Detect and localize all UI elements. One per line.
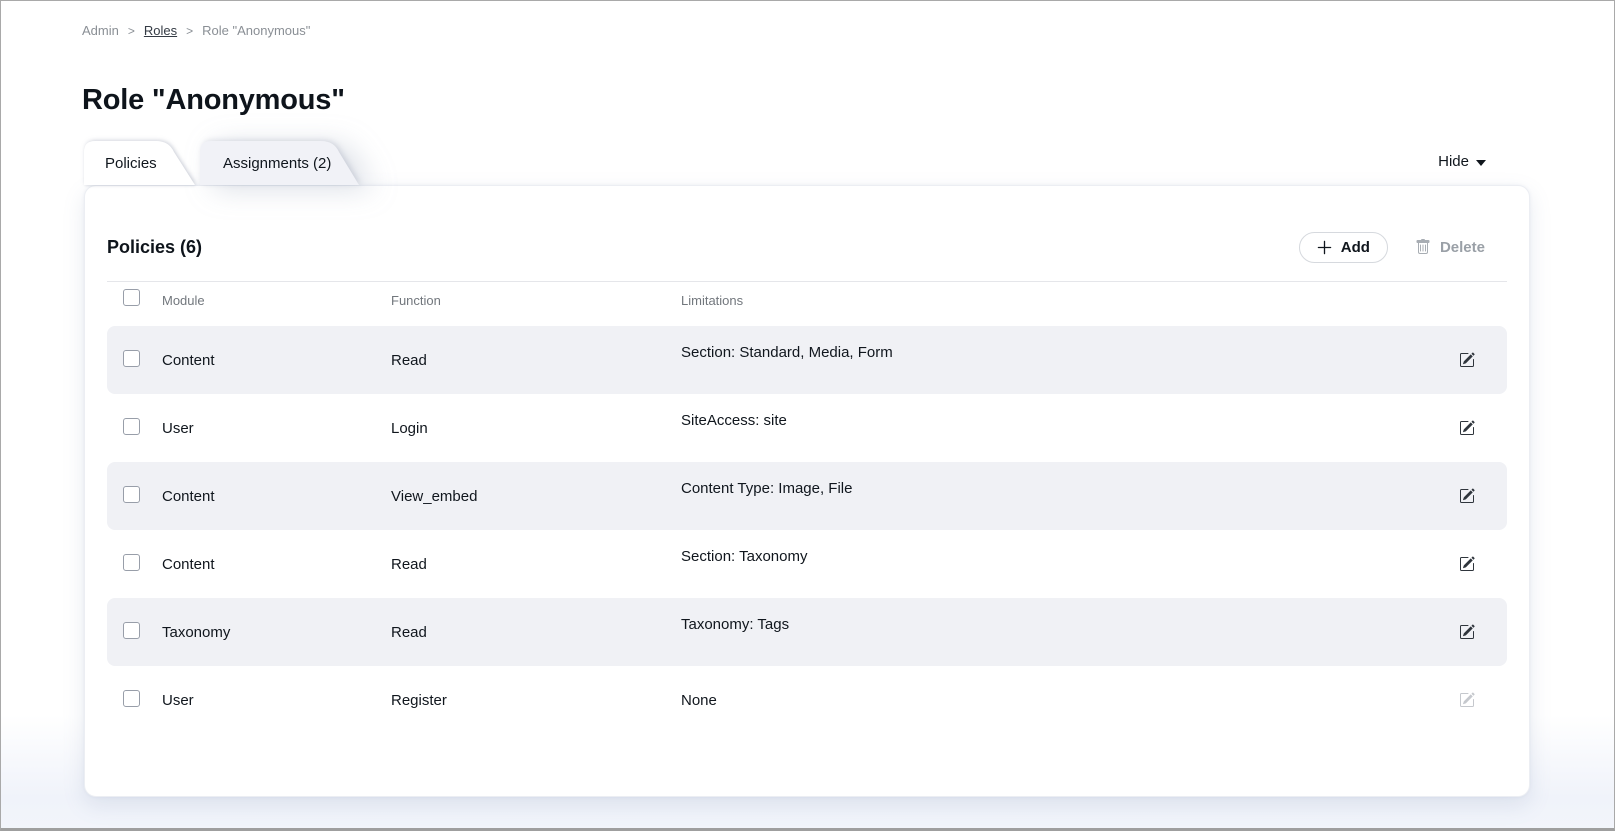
edit-icon (1459, 624, 1475, 640)
row-checkbox[interactable] (123, 350, 140, 367)
edit-policy-button[interactable] (1427, 488, 1507, 504)
add-button-label: Add (1341, 239, 1370, 256)
row-checkbox[interactable] (123, 690, 140, 707)
row-checkbox[interactable] (123, 622, 140, 639)
edit-policy-button[interactable] (1427, 352, 1507, 368)
select-all-checkbox[interactable] (123, 289, 140, 306)
cell-module: User (162, 692, 391, 709)
cell-module: Content (162, 352, 391, 369)
cell-function: Read (391, 556, 681, 573)
breadcrumb-item-roles[interactable]: Roles (144, 23, 177, 38)
table-row: Taxonomy Read Taxonomy: Tags (107, 598, 1507, 666)
table-row: User Login SiteAccess: site (107, 394, 1507, 462)
cell-module: Taxonomy (162, 624, 391, 641)
cell-module: Content (162, 488, 391, 505)
column-header-module: Module (162, 293, 391, 308)
edit-policy-button (1427, 692, 1507, 708)
panel-title: Policies (6) (107, 237, 202, 258)
cell-limitations: None (681, 692, 1427, 709)
table-header: Module Function Limitations (107, 282, 1507, 318)
panel-header: Policies (6) Add Delete (107, 232, 1507, 262)
delete-policy-button[interactable]: Delete (1415, 239, 1507, 256)
edit-icon (1459, 488, 1475, 504)
role-page: { "breadcrumb": { "separator": ">", "ite… (0, 0, 1615, 831)
edit-icon (1459, 692, 1475, 708)
tab-policies[interactable]: Policies (84, 141, 196, 185)
cell-function: Login (391, 420, 681, 437)
main-content: Policies Assignments (2) Hide Policies (… (84, 141, 1530, 797)
cell-limitations: Section: Taxonomy (681, 548, 1427, 565)
row-checkbox[interactable] (123, 418, 140, 435)
plus-icon (1317, 240, 1332, 255)
chevron-down-icon (1476, 160, 1486, 166)
cell-module: User (162, 420, 391, 437)
cell-limitations: Section: Standard, Media, Form (681, 344, 1427, 361)
hide-toggle[interactable]: Hide (1438, 153, 1486, 170)
cell-function: View_embed (391, 488, 681, 505)
policies-panel: Policies (6) Add Delete Module Function … (84, 185, 1530, 797)
trash-icon (1415, 239, 1431, 255)
row-checkbox[interactable] (123, 554, 140, 571)
table-row: Content View_embed Content Type: Image, … (107, 462, 1507, 530)
tab-assignments[interactable]: Assignments (2) (200, 141, 360, 185)
breadcrumb-separator: > (186, 24, 193, 38)
cell-module: Content (162, 556, 391, 573)
row-checkbox[interactable] (123, 486, 140, 503)
cell-function: Register (391, 692, 681, 709)
breadcrumb-separator: > (128, 24, 135, 38)
edit-icon (1459, 352, 1475, 368)
tab-policies-label: Policies (105, 155, 157, 172)
cell-limitations: Taxonomy: Tags (681, 616, 1427, 633)
breadcrumb-item-admin[interactable]: Admin (82, 23, 119, 38)
edit-icon (1459, 556, 1475, 572)
column-header-limitations: Limitations (681, 293, 1427, 308)
table-row: User Register None (107, 666, 1507, 734)
cell-limitations: SiteAccess: site (681, 412, 1427, 429)
cell-limitations: Content Type: Image, File (681, 480, 1427, 497)
breadcrumb: Admin > Roles > Role "Anonymous" (1, 1, 1614, 38)
table-body: Content Read Section: Standard, Media, F… (107, 326, 1507, 734)
edit-policy-button[interactable] (1427, 556, 1507, 572)
edit-icon (1459, 420, 1475, 436)
edit-policy-button[interactable] (1427, 624, 1507, 640)
breadcrumb-item-current: Role "Anonymous" (202, 23, 310, 38)
table-row: Content Read Section: Standard, Media, F… (107, 326, 1507, 394)
add-policy-button[interactable]: Add (1299, 232, 1388, 263)
column-header-function: Function (391, 293, 681, 308)
table-row: Content Read Section: Taxonomy (107, 530, 1507, 598)
delete-button-label: Delete (1440, 239, 1485, 256)
page-title: Role "Anonymous" (82, 84, 1614, 117)
cell-function: Read (391, 624, 681, 641)
panel-actions: Add Delete (1299, 232, 1507, 263)
cell-function: Read (391, 352, 681, 369)
tab-bar: Policies Assignments (2) Hide (84, 141, 1530, 185)
hide-toggle-label: Hide (1438, 153, 1469, 170)
tab-assignments-label: Assignments (2) (223, 155, 331, 172)
edit-policy-button[interactable] (1427, 420, 1507, 436)
